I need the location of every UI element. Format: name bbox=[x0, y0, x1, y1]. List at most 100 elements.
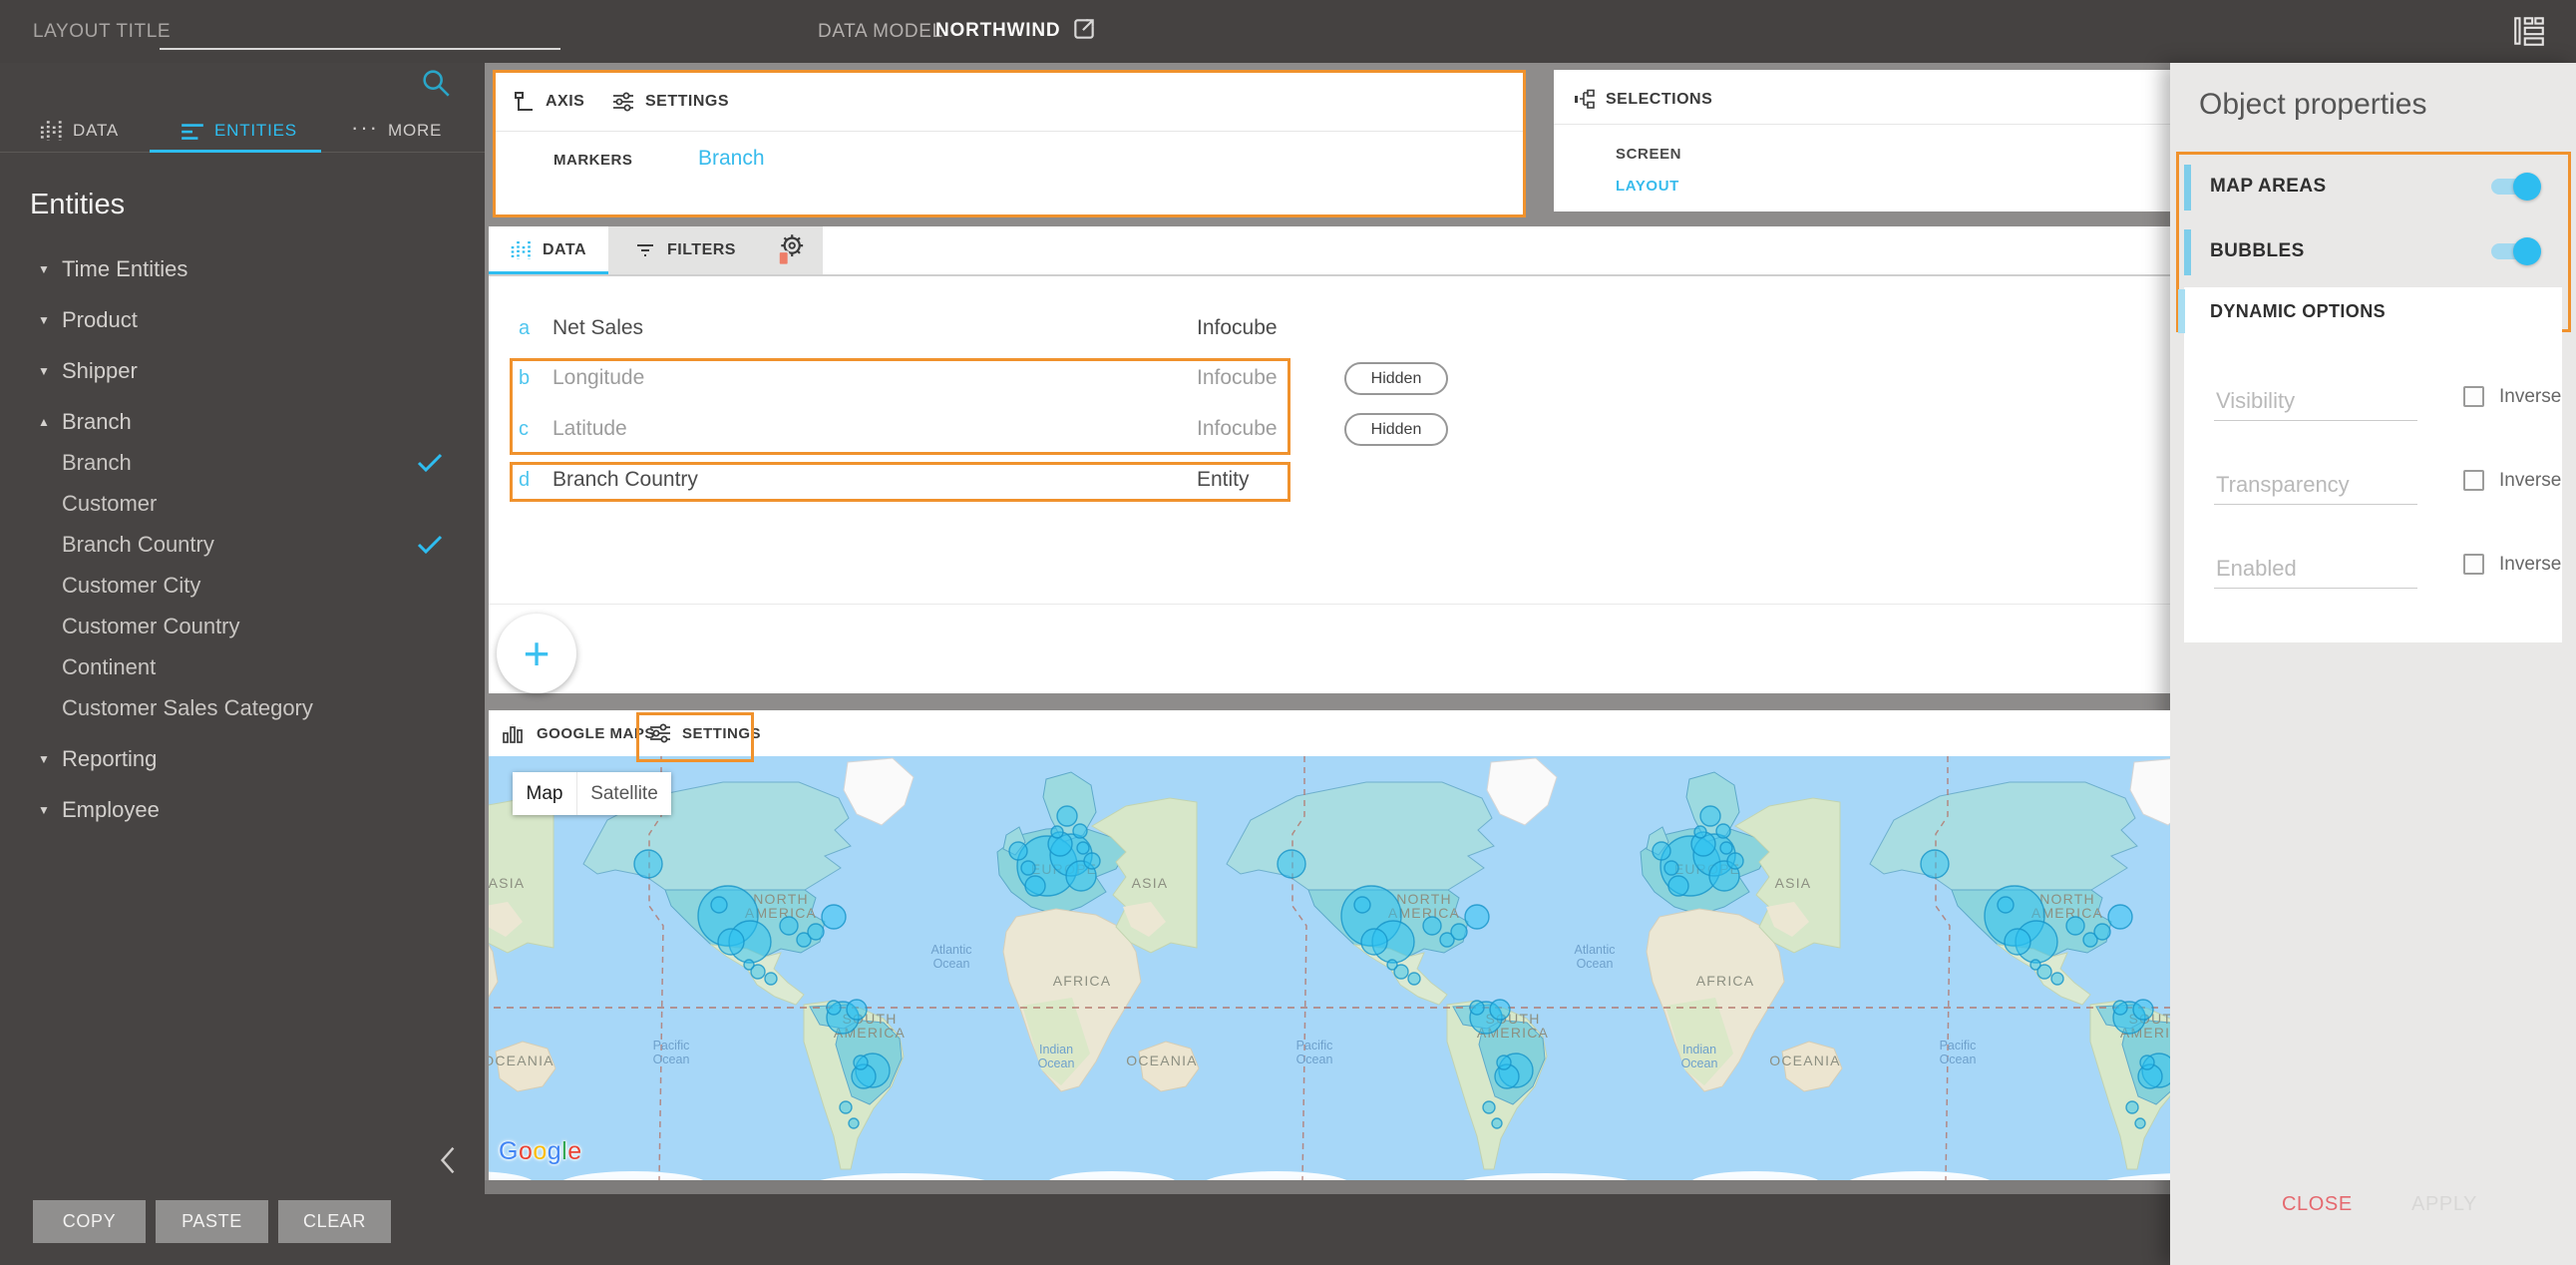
map-type-satellite-button[interactable]: Satellite bbox=[577, 772, 671, 815]
map-bubble[interactable] bbox=[780, 917, 798, 935]
map-bubble[interactable] bbox=[1653, 842, 1670, 860]
map-bubble[interactable] bbox=[1720, 842, 1732, 854]
visibility-field[interactable] bbox=[2214, 382, 2417, 421]
map-bubble[interactable] bbox=[1009, 842, 1027, 860]
sidebar-group-time-entities[interactable]: ▼Time Entities bbox=[0, 249, 461, 289]
close-button[interactable]: CLOSE bbox=[2276, 1192, 2359, 1217]
map-bubble[interactable] bbox=[744, 960, 754, 970]
data-row-a[interactable]: aNet SalesInfocube bbox=[489, 309, 2170, 349]
tab-map-settings[interactable]: SETTINGS bbox=[648, 710, 761, 756]
map-bubble[interactable] bbox=[1470, 1001, 1484, 1015]
inverse-checkbox[interactable] bbox=[2463, 470, 2484, 491]
map-bubble[interactable] bbox=[718, 929, 744, 955]
tab-axis[interactable]: AXIS bbox=[512, 73, 584, 131]
map-bubble[interactable] bbox=[1490, 1000, 1510, 1020]
sidebar-group-branch[interactable]: ▲Branch bbox=[0, 402, 461, 442]
map-bubble[interactable] bbox=[827, 1001, 841, 1015]
map-bubble[interactable] bbox=[711, 897, 727, 913]
map-bubble[interactable] bbox=[1278, 850, 1305, 878]
tab-filters[interactable]: FILTERS bbox=[608, 226, 758, 274]
hidden-button[interactable]: Hidden bbox=[1344, 413, 1448, 446]
map-bubble[interactable] bbox=[1423, 917, 1441, 935]
map-bubble[interactable] bbox=[2113, 1001, 2127, 1015]
map-bubble[interactable] bbox=[847, 1000, 867, 1020]
map-bubble[interactable] bbox=[1025, 876, 1045, 896]
sidebar-item-branch-country[interactable]: Branch Country bbox=[0, 525, 461, 565]
horizontal-scrollbar[interactable] bbox=[485, 1180, 2170, 1194]
map-bubble[interactable] bbox=[840, 1101, 852, 1113]
layout-panels-icon[interactable] bbox=[2511, 13, 2547, 49]
map-bubble[interactable] bbox=[1051, 826, 1063, 838]
tab-settings[interactable]: SETTINGS bbox=[611, 73, 729, 131]
map-bubble[interactable] bbox=[2051, 973, 2063, 985]
layout-title-input[interactable] bbox=[160, 16, 560, 50]
map-bubble[interactable] bbox=[1451, 924, 1467, 940]
sidebar-item-continent[interactable]: Continent bbox=[0, 647, 461, 687]
map-bubble[interactable] bbox=[1700, 806, 1720, 826]
map-bubble[interactable] bbox=[1057, 806, 1077, 826]
map-bubble[interactable] bbox=[1716, 824, 1730, 838]
clear-button[interactable]: CLEAR bbox=[278, 1200, 391, 1243]
map-bubble[interactable] bbox=[1694, 826, 1706, 838]
sidebar-group-shipper[interactable]: ▼Shipper bbox=[0, 351, 461, 391]
map-bubble[interactable] bbox=[634, 850, 662, 878]
enabled-field[interactable] bbox=[2214, 550, 2417, 589]
sidebar-item-customer-city[interactable]: Customer City bbox=[0, 566, 461, 606]
map-bubble[interactable] bbox=[1073, 824, 1087, 838]
map-bubble[interactable] bbox=[849, 1118, 859, 1128]
map-bubble[interactable] bbox=[2135, 1118, 2145, 1128]
map-bubble[interactable] bbox=[1021, 861, 1035, 875]
map-bubble[interactable] bbox=[1077, 842, 1089, 854]
transparency-field[interactable] bbox=[2214, 466, 2417, 505]
google-logo[interactable]: Google bbox=[499, 1137, 582, 1166]
map-bubble[interactable] bbox=[854, 1055, 868, 1069]
copy-button[interactable]: COPY bbox=[33, 1200, 146, 1243]
map-bubble[interactable] bbox=[1354, 897, 1370, 913]
map-bubble[interactable] bbox=[1497, 1055, 1511, 1069]
map-bubble[interactable] bbox=[1465, 905, 1489, 929]
google-map[interactable]: ASIANORTHAMERICASOUTHAMERICAAFRICAEUROPE… bbox=[489, 756, 2170, 1180]
selection-item-screen[interactable]: SCREEN bbox=[1616, 146, 1681, 163]
map-bubble[interactable] bbox=[2108, 905, 2132, 929]
sidebar-group-product[interactable]: ▼Product bbox=[0, 300, 461, 340]
map-bubble[interactable] bbox=[1668, 876, 1688, 896]
markers-value[interactable]: Branch bbox=[698, 147, 765, 171]
tab-data-settings[interactable] bbox=[758, 226, 823, 274]
map-bubble[interactable] bbox=[1483, 1101, 1495, 1113]
inverse-checkbox[interactable] bbox=[2463, 386, 2484, 407]
tab-google-maps[interactable]: GOOGLE MAPS bbox=[501, 710, 655, 756]
data-row-d[interactable]: dBranch CountryEntity bbox=[489, 461, 2170, 501]
map-bubble[interactable] bbox=[2030, 960, 2040, 970]
map-bubble[interactable] bbox=[1998, 897, 2014, 913]
map-bubble[interactable] bbox=[2066, 917, 2084, 935]
map-bubble[interactable] bbox=[822, 905, 846, 929]
sidebar-item-customer-sales-category[interactable]: Customer Sales Category bbox=[0, 688, 461, 728]
map-bubble[interactable] bbox=[1084, 853, 1100, 869]
sidebar-group-reporting[interactable]: ▼Reporting bbox=[0, 739, 461, 779]
sidebar-item-customer[interactable]: Customer bbox=[0, 484, 461, 524]
tab-data[interactable]: DATA bbox=[489, 226, 608, 274]
inverse-checkbox[interactable] bbox=[2463, 554, 2484, 575]
map-type-map-button[interactable]: Map bbox=[513, 772, 577, 815]
map-bubble[interactable] bbox=[2133, 1000, 2153, 1020]
paste-button[interactable]: PASTE bbox=[156, 1200, 268, 1243]
data-row-b[interactable]: bLongitudeInfocubeHidden bbox=[489, 359, 2170, 399]
hidden-button[interactable]: Hidden bbox=[1344, 362, 1448, 395]
data-row-c[interactable]: cLatitudeInfocubeHidden bbox=[489, 410, 2170, 450]
map-bubble[interactable] bbox=[2094, 924, 2110, 940]
map-bubble[interactable] bbox=[1361, 929, 1387, 955]
external-link-icon[interactable] bbox=[1071, 16, 1097, 42]
map-bubble[interactable] bbox=[2005, 929, 2030, 955]
add-data-button[interactable]: + bbox=[497, 614, 576, 693]
map-bubble[interactable] bbox=[1727, 853, 1743, 869]
chevron-left-icon[interactable] bbox=[435, 1145, 461, 1175]
sidebar-item-customer-country[interactable]: Customer Country bbox=[0, 607, 461, 646]
map-bubble[interactable] bbox=[1921, 850, 1949, 878]
selection-item-layout[interactable]: LAYOUT bbox=[1616, 178, 1679, 195]
apply-button[interactable]: APPLY bbox=[2405, 1192, 2483, 1217]
map-bubble[interactable] bbox=[1387, 960, 1397, 970]
map-bubble[interactable] bbox=[2126, 1101, 2138, 1113]
map-bubble[interactable] bbox=[1664, 861, 1678, 875]
map-bubble[interactable] bbox=[2140, 1055, 2154, 1069]
map-bubble[interactable] bbox=[808, 924, 824, 940]
